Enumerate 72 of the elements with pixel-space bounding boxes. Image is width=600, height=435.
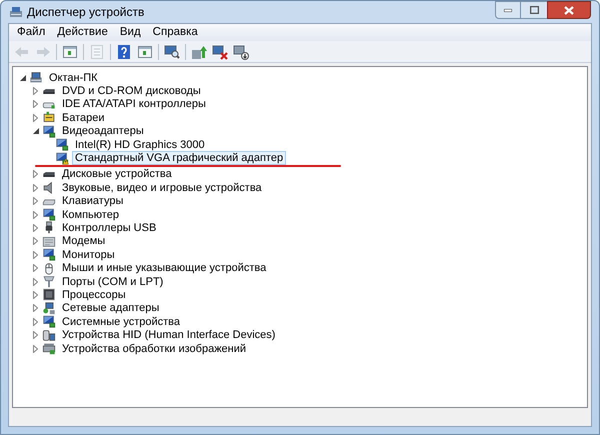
tree-item[interactable]: Клавиатуры: [59, 194, 126, 208]
monitor-icon: [42, 315, 56, 328]
tree-item[interactable]: Процессоры: [59, 288, 129, 302]
expand-arrow-icon[interactable]: [30, 344, 41, 354]
expand-arrow-icon[interactable]: [30, 99, 41, 110]
menu-item[interactable]: Файл: [11, 24, 52, 42]
scanner-icon: [42, 342, 56, 355]
tree-item[interactable]: Контроллеры USB: [59, 221, 160, 235]
menu-item[interactable]: Действие: [51, 24, 114, 42]
toolbar-button[interactable]: [115, 42, 133, 60]
close-button[interactable]: [547, 1, 591, 19]
chip-icon: [42, 288, 56, 302]
battery-icon: [42, 111, 56, 124]
hid-device-icon: [42, 328, 56, 342]
monitor-icon: [42, 124, 56, 138]
help-icon: [116, 44, 132, 60]
tree-item[interactable]: Дисковые устройства: [59, 167, 175, 182]
toolbar-button[interactable]: [211, 42, 229, 60]
expand-arrow-icon[interactable]: [30, 276, 41, 287]
tree-item[interactable]: IDE ATA/ATAPI контроллеры: [59, 97, 209, 112]
monitor-icon: [42, 248, 56, 262]
tree-item[interactable]: Порты (COM и LPT): [59, 274, 166, 289]
tree-item[interactable]: Устройства обработки изображений: [59, 342, 250, 356]
tree-item[interactable]: Батареи: [59, 110, 108, 125]
pane-icon: [137, 44, 153, 60]
expand-arrow-icon[interactable]: [30, 196, 41, 206]
tree-item[interactable]: Октан-ПК: [46, 70, 101, 85]
monitor-magnifier-icon: [164, 44, 180, 60]
tree-item[interactable]: Звуковые, видео и игровые устройства: [59, 180, 265, 195]
tree-item[interactable]: Системные устройства: [59, 314, 184, 329]
expand-arrow-icon[interactable]: [30, 263, 41, 274]
tree-item[interactable]: DVD и CD-ROM дисководы: [59, 84, 204, 98]
window-title: Диспетчер устройств: [27, 4, 144, 21]
tree-item[interactable]: Сетевые адаптеры: [59, 301, 162, 316]
tree-item[interactable]: Модемы: [59, 234, 108, 248]
tree-item[interactable]: Видеоадаптеры: [59, 124, 147, 138]
maximize-icon: [530, 6, 538, 14]
menu-item[interactable]: Справка: [146, 24, 204, 42]
close-icon: [564, 6, 574, 14]
tree-item[interactable]: Устройства HID (Human Interface Devices): [59, 328, 278, 342]
tree-item[interactable]: Компьютер: [59, 208, 122, 222]
pane-icon: [62, 44, 78, 60]
device-down-arrow-icon: [233, 44, 249, 60]
toolbar-button[interactable]: [163, 42, 181, 60]
expand-arrow-icon[interactable]: [30, 236, 41, 246]
expand-arrow-icon[interactable]: [30, 330, 41, 340]
expand-arrow-icon[interactable]: [30, 250, 41, 260]
expand-arrow-icon[interactable]: [30, 303, 41, 314]
device-cross-icon: [212, 44, 228, 60]
monitor-icon: [42, 208, 56, 222]
properties-icon: [89, 44, 105, 60]
menu-item[interactable]: Вид: [114, 24, 147, 42]
expand-arrow-icon[interactable]: [30, 169, 41, 180]
tree-item[interactable]: Мыши и иные указывающие устройства: [59, 261, 270, 276]
network-icon: [42, 302, 56, 315]
expand-arrow-icon[interactable]: [30, 316, 41, 327]
tree-item[interactable]: Стандартный VGA графический адаптер: [72, 151, 286, 166]
minimize-button[interactable]: [495, 1, 521, 19]
maximize-button[interactable]: [521, 1, 547, 19]
minimize-icon: [504, 8, 512, 12]
port-icon: [42, 275, 56, 288]
modem-icon: [42, 234, 56, 248]
tree-item[interactable]: Intel(R) HD Graphics 3000: [72, 138, 208, 152]
expand-arrow-icon[interactable]: [30, 290, 41, 300]
device-up-arrow-icon: [191, 44, 207, 60]
device-manager-icon: [9, 6, 23, 18]
expand-arrow-icon[interactable]: [30, 210, 41, 220]
expand-arrow-icon[interactable]: [30, 222, 41, 233]
toolbar-button[interactable]: [232, 42, 250, 60]
computer-icon: [29, 71, 43, 84]
expand-arrow-icon[interactable]: [30, 182, 41, 193]
tree-item[interactable]: Мониторы: [59, 248, 118, 262]
